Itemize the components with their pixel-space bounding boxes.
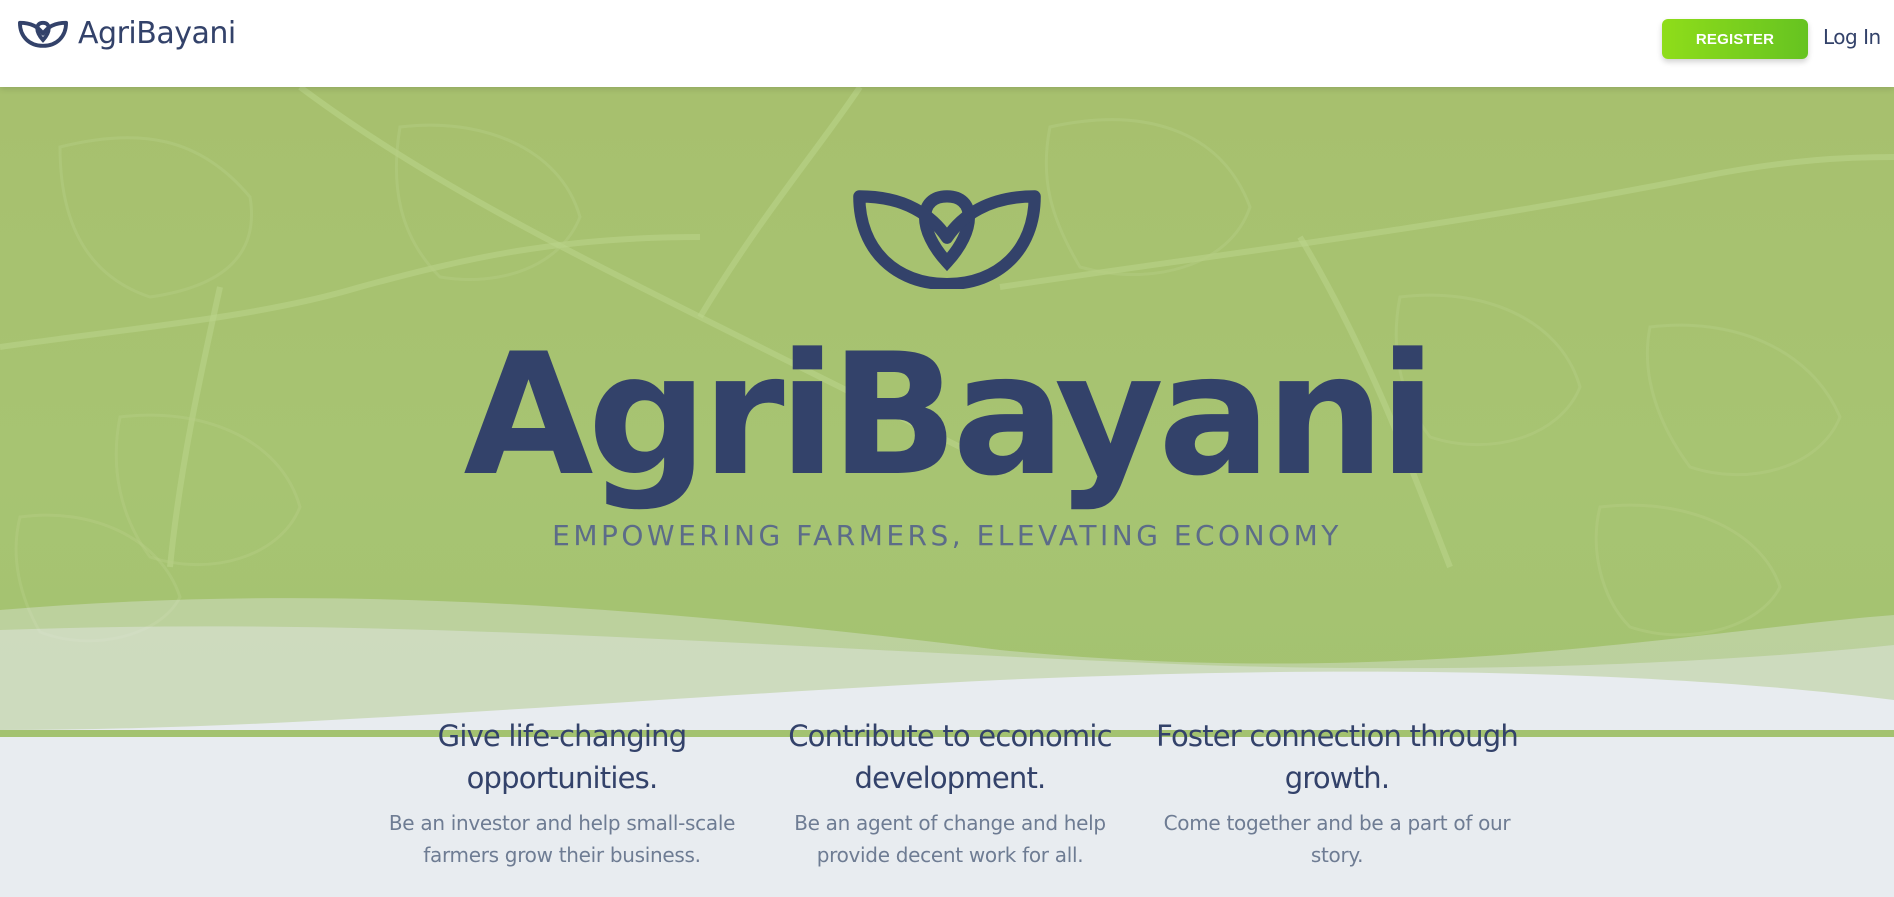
feature-title-line: Contribute to economic [788,719,1112,753]
hero-title: AgriBayani [463,317,1436,513]
feature-desc-line: farmers grow their business. [423,843,701,867]
feature-title: Foster connection through growth. [1137,715,1537,799]
feature-title-line: opportunities. [466,761,659,795]
feature-card-economic: Contribute to economic development. Be a… [750,715,1150,871]
features-section: Give life-changing opportunities. Be an … [0,715,1894,897]
hero-tagline: EMPOWERING FARMERS, ELEVATING ECONOMY [552,519,1342,552]
brand-home-link[interactable]: AgriBayani [18,16,236,51]
hero-leaf-logo-icon [853,190,1041,289]
feature-card-connection: Foster connection through growth. Come t… [1137,715,1537,871]
feature-desc-line: provide decent work for all. [816,843,1084,867]
feature-title-line: Foster connection through [1156,719,1519,753]
feature-desc-line: Be an investor and help small-scale [388,811,736,835]
feature-description: Be an agent of change and help provide d… [750,807,1150,871]
feature-title-line: development. [854,761,1047,795]
feature-title-line: growth. [1284,761,1390,795]
login-link[interactable]: Log In [1823,25,1881,49]
feature-description: Be an investor and help small-scale farm… [362,807,762,871]
hero-wave-divider [0,598,1894,730]
leaf-logo-icon [18,20,68,48]
top-navbar: AgriBayani REGISTER Log In [0,0,1894,87]
feature-desc-line: story. [1310,843,1364,867]
feature-description: Come together and be a part of our story… [1137,807,1537,871]
feature-desc-line: Be an agent of change and help [794,811,1106,835]
feature-title: Give life-changing opportunities. [362,715,762,799]
feature-title-line: Give life-changing [437,719,688,753]
register-button[interactable]: REGISTER [1662,19,1808,59]
feature-title: Contribute to economic development. [750,715,1150,799]
brand-name: AgriBayani [78,16,236,51]
feature-card-opportunities: Give life-changing opportunities. Be an … [362,715,762,871]
feature-desc-line: Come together and be a part of our [1163,811,1511,835]
